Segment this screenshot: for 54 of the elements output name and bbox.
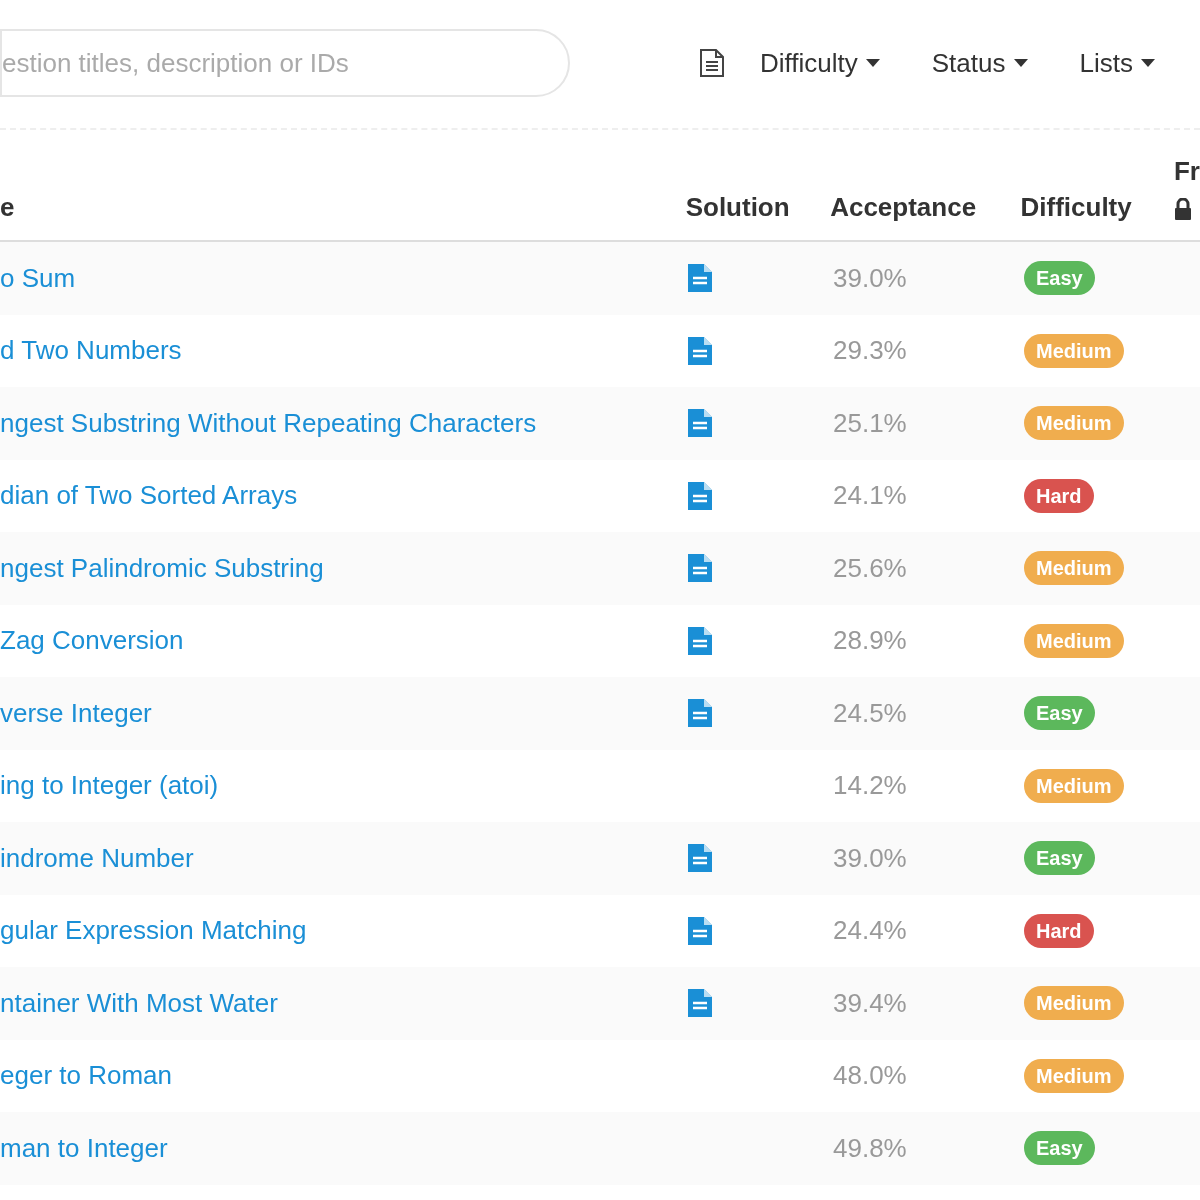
acceptance-rate: 28.9% [833,625,907,656]
difficulty-label: Medium [1024,768,1124,803]
acceptance-rate: 49.8% [833,1132,907,1163]
problem-title-link[interactable]: o Sum [0,262,76,293]
acceptance-rate: 48.0% [833,1060,907,1091]
problem-title-link[interactable]: Zag Conversion [0,625,184,656]
acceptance-rate: 25.1% [833,407,907,438]
filter-dropdown[interactable]: Difficulty [760,43,880,83]
column-header: Fr [1174,158,1200,184]
filter-dropdown[interactable]: Status [931,43,1028,83]
problem-title-link[interactable]: dian of Two Sorted Arrays [0,480,298,511]
search-field[interactable]: estion titles, description or IDs [0,29,570,97]
problem-title-link[interactable]: ngest Palindromic Substring [0,552,324,583]
acceptance-rate: 39.0% [833,262,907,293]
search-input[interactable]: estion titles, description or IDs [2,43,568,83]
difficulty-label: Easy [1024,841,1095,876]
difficulty-label: Hard [1024,913,1094,948]
problem-title-link[interactable]: eger to Roman [0,1060,172,1091]
problem-title-link[interactable]: ing to Integer (atoi) [0,770,219,801]
difficulty-label: Medium [1024,986,1124,1021]
document-icon[interactable] [698,48,726,78]
column-header: Solution [685,194,791,220]
difficulty-label: Medium [1024,1058,1124,1093]
acceptance-rate: 29.3% [833,335,907,366]
problem-title-link[interactable]: gular Expression Matching [0,915,307,946]
acceptance-rate: 39.0% [833,842,907,873]
problem-title-link[interactable]: ntainer With Most Water [0,987,278,1018]
acceptance-rate: 39.4% [833,987,907,1018]
difficulty-label: Medium [1024,623,1124,658]
difficulty-label: Medium [1024,551,1124,586]
acceptance-rate: 25.6% [833,552,907,583]
difficulty-label: Easy [1024,1131,1095,1166]
difficulty-label: Easy [1024,261,1095,296]
filter-dropdown[interactable]: Lists [1079,43,1155,83]
acceptance-rate: 14.2% [833,770,907,801]
problem-title-link[interactable]: man to Integer [0,1132,168,1163]
difficulty-label: Medium [1024,406,1124,441]
acceptance-rate: 24.1% [833,480,907,511]
problem-title-link[interactable]: indrome Number [0,842,194,873]
caret-icon [1140,59,1155,67]
difficulty-label: Hard [1024,478,1094,513]
problem-title-link[interactable]: verse Integer [0,697,152,728]
column-header: Difficulty [1020,194,1133,220]
difficulty-label: Easy [1024,696,1095,731]
lock-icon [1174,198,1192,220]
difficulty-label: Medium [1024,333,1124,368]
column-header: Acceptance [830,194,978,220]
caret-icon [865,59,880,67]
acceptance-rate: 24.4% [833,915,907,946]
problem-title-link[interactable]: ngest Substring Without Repeating Characters [0,407,537,438]
caret-icon [1013,59,1028,67]
column-header: e [0,194,16,220]
problem-title-link[interactable]: d Two Numbers [0,335,182,366]
acceptance-rate: 24.5% [833,697,907,728]
